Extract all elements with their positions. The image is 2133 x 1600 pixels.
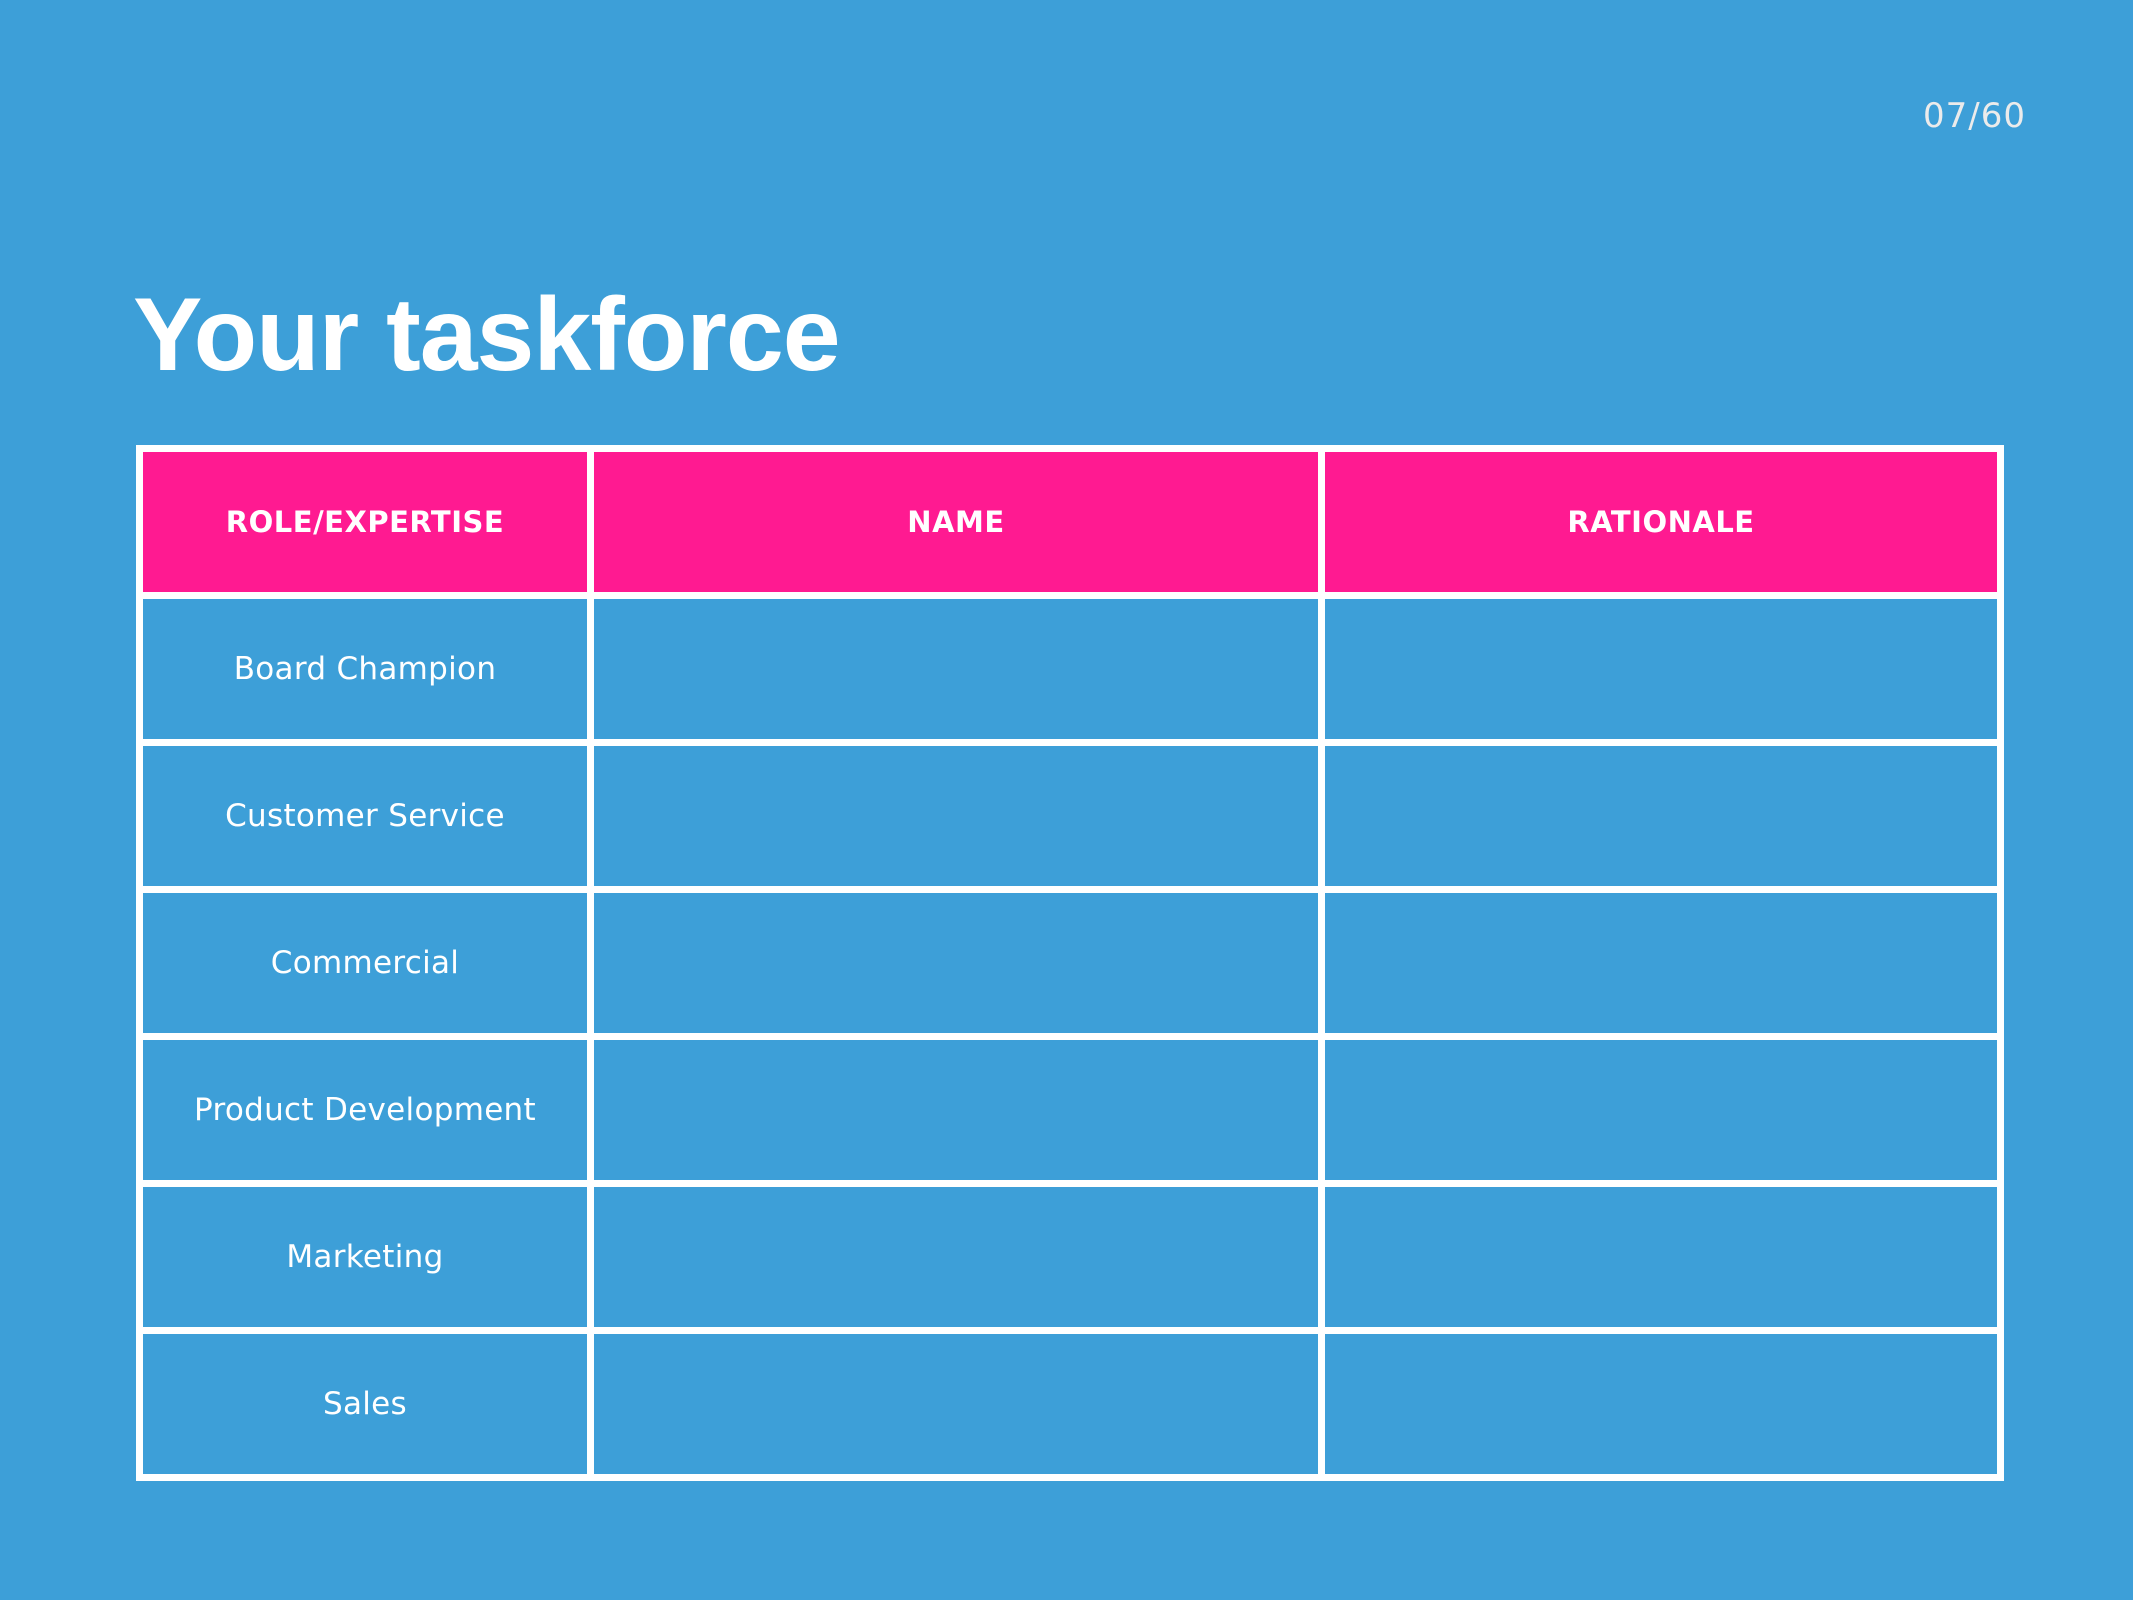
- role-cell: Board Champion: [136, 592, 594, 746]
- name-cell[interactable]: [587, 886, 1325, 1040]
- taskforce-table: ROLE/EXPERTISE NAME RATIONALE Board Cham…: [136, 445, 2004, 1481]
- table-row: Product Development: [136, 1033, 2004, 1187]
- rationale-cell[interactable]: [1318, 886, 2004, 1040]
- table-row: Marketing: [136, 1180, 2004, 1334]
- rationale-cell[interactable]: [1318, 1033, 2004, 1187]
- header-role-expertise: ROLE/EXPERTISE: [136, 445, 594, 599]
- role-cell: Commercial: [136, 886, 594, 1040]
- name-cell[interactable]: [587, 739, 1325, 893]
- header-rationale: RATIONALE: [1318, 445, 2004, 599]
- role-cell: Customer Service: [136, 739, 594, 893]
- name-cell[interactable]: [587, 592, 1325, 746]
- header-name: NAME: [587, 445, 1325, 599]
- table-row: Sales: [136, 1327, 2004, 1481]
- name-cell[interactable]: [587, 1180, 1325, 1334]
- table-header-row: ROLE/EXPERTISE NAME RATIONALE: [136, 445, 2004, 599]
- name-cell[interactable]: [587, 1327, 1325, 1481]
- name-cell[interactable]: [587, 1033, 1325, 1187]
- rationale-cell[interactable]: [1318, 592, 2004, 746]
- table-row: Board Champion: [136, 592, 2004, 746]
- rationale-cell[interactable]: [1318, 1180, 2004, 1334]
- role-cell: Product Development: [136, 1033, 594, 1187]
- role-cell: Marketing: [136, 1180, 594, 1334]
- table-row: Commercial: [136, 886, 2004, 1040]
- table-row: Customer Service: [136, 739, 2004, 893]
- role-cell: Sales: [136, 1327, 594, 1481]
- rationale-cell[interactable]: [1318, 739, 2004, 893]
- rationale-cell[interactable]: [1318, 1327, 2004, 1481]
- page-indicator: 07/60: [1923, 96, 2026, 136]
- slide-title: Your taskforce: [133, 277, 841, 393]
